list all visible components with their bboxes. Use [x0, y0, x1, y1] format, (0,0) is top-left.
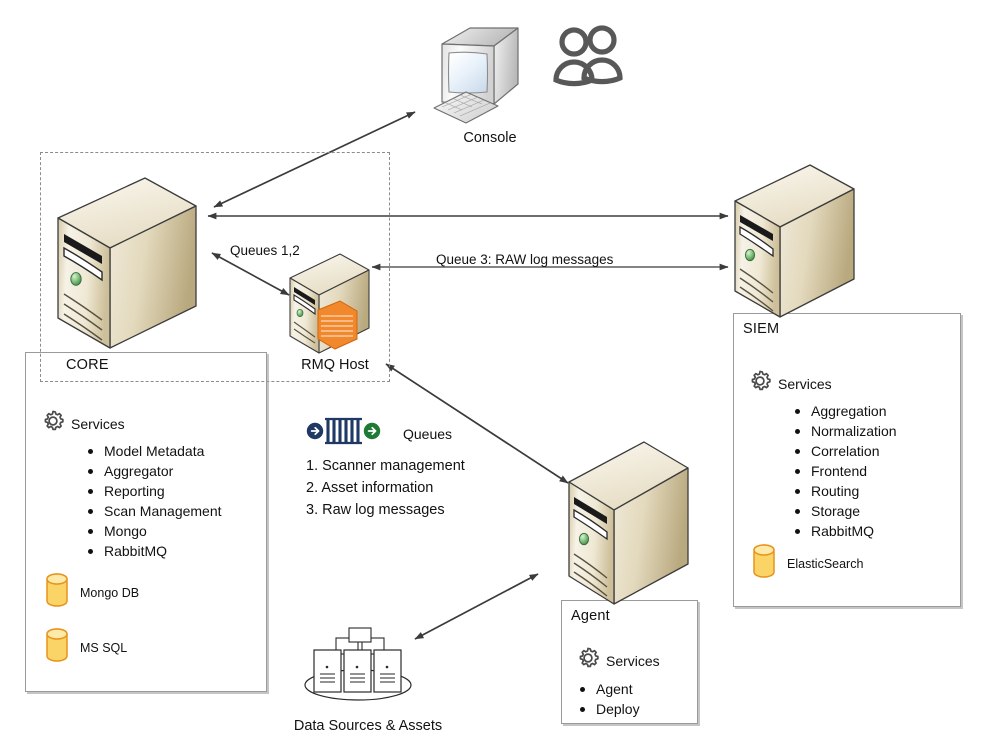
- rmq-host-server-tower: [285, 253, 373, 355]
- list-item: 3. Raw log messages: [306, 499, 465, 521]
- queue-stack-icon: [317, 300, 358, 350]
- edge-label-queues-1-2: Queues 1,2: [230, 243, 300, 258]
- data-sources-label: Data Sources & Assets: [293, 718, 443, 734]
- list-item: Agent: [578, 679, 640, 699]
- list-item: Frontend: [793, 461, 897, 481]
- server-cluster-icon: [298, 627, 418, 712]
- core-service-5: RabbitMQ: [104, 543, 168, 559]
- agent-services-label: Services: [606, 652, 660, 669]
- siem-service-4: Routing: [811, 483, 860, 499]
- queue-item-2: 3. Raw log messages: [306, 502, 445, 518]
- core-db-mssql-label: MS SQL: [80, 640, 128, 655]
- agent-service-1: Deploy: [596, 701, 640, 717]
- siem-services-label: Services: [778, 375, 832, 392]
- list-item: Mongo: [86, 521, 222, 541]
- core-service-2: Reporting: [104, 483, 165, 499]
- console-node: [432, 22, 542, 132]
- list-item: Storage: [793, 501, 897, 521]
- core-services-list: Model Metadata Aggregator Reporting Scan…: [86, 441, 222, 561]
- list-item: Correlation: [793, 441, 897, 461]
- core-services-header: Services: [40, 408, 125, 439]
- siem-title: SIEM: [743, 321, 780, 337]
- list-item: RabbitMQ: [793, 521, 897, 541]
- gear-icon: [747, 368, 773, 399]
- core-service-1: Aggregator: [104, 463, 174, 479]
- core-title: CORE: [66, 357, 109, 373]
- siem-services-header: Services: [747, 368, 832, 399]
- list-item: Routing: [793, 481, 897, 501]
- queue-legend-title: Queues: [403, 425, 453, 442]
- core-service-0: Model Metadata: [104, 443, 205, 459]
- core-services-label: Services: [71, 415, 125, 432]
- siem-service-3: Frontend: [811, 463, 868, 479]
- queue-item-1: 2. Asset information: [306, 480, 434, 496]
- agent-services-list: Agent Deploy: [578, 679, 640, 719]
- list-item: Normalization: [793, 421, 897, 441]
- list-item: Reporting: [86, 481, 222, 501]
- agent-title: Agent: [571, 608, 610, 624]
- core-server-tower: [50, 176, 202, 352]
- list-item: Aggregation: [793, 401, 897, 421]
- database-cylinder-icon: [751, 543, 777, 584]
- architecture-diagram: CORE Services Model Metadata Aggregator …: [0, 0, 984, 756]
- queue-legend-list: 1. Scanner management 2. Asset informati…: [306, 455, 465, 521]
- core-service-4: Mongo: [104, 523, 147, 539]
- siem-service-5: Storage: [811, 503, 861, 519]
- siem-service-6: RabbitMQ: [811, 523, 875, 539]
- list-item: Model Metadata: [86, 441, 222, 461]
- rmq-host-label: RMQ Host: [301, 357, 369, 373]
- edge-label-queue-3: Queue 3: RAW log messages: [436, 252, 614, 267]
- queue-item-0: 1. Scanner management: [306, 458, 465, 474]
- database-cylinder-icon: [44, 627, 70, 668]
- core-db-mongo-label: Mongo DB: [80, 585, 140, 600]
- console-label: Console: [463, 130, 517, 146]
- siem-service-2: Correlation: [811, 443, 880, 459]
- gear-icon: [40, 408, 66, 439]
- core-service-3: Scan Management: [104, 503, 222, 519]
- siem-db-elasticsearch-label: ElasticSearch: [787, 556, 864, 571]
- siem-service-0: Aggregation: [811, 403, 887, 419]
- siem-service-1: Normalization: [811, 423, 897, 439]
- siem-services-list: Aggregation Normalization Correlation Fr…: [793, 401, 897, 541]
- list-item: 1. Scanner management: [306, 455, 465, 477]
- list-item: Aggregator: [86, 461, 222, 481]
- agent-server-tower: [562, 440, 694, 608]
- queue-stack-icon: [306, 416, 394, 451]
- desktop-monitor-icon: [432, 27, 542, 131]
- list-item: Scan Management: [86, 501, 222, 521]
- queue-legend-header: Queues: [306, 416, 452, 451]
- user-group-icon: [550, 24, 632, 101]
- database-cylinder-icon: [44, 572, 70, 613]
- list-item: 2. Asset information: [306, 477, 465, 499]
- edge-agent-data: [414, 573, 539, 640]
- agent-services-header: Services: [575, 645, 660, 676]
- gear-icon: [575, 645, 601, 676]
- core-db-mssql: MS SQL: [44, 627, 127, 668]
- siem-server-tower: [728, 163, 860, 321]
- list-item: RabbitMQ: [86, 541, 222, 561]
- core-db-mongo: Mongo DB: [44, 572, 139, 613]
- siem-db-elasticsearch: ElasticSearch: [751, 543, 863, 584]
- agent-service-0: Agent: [596, 681, 633, 697]
- data-sources-node: [298, 626, 418, 713]
- list-item: Deploy: [578, 699, 640, 719]
